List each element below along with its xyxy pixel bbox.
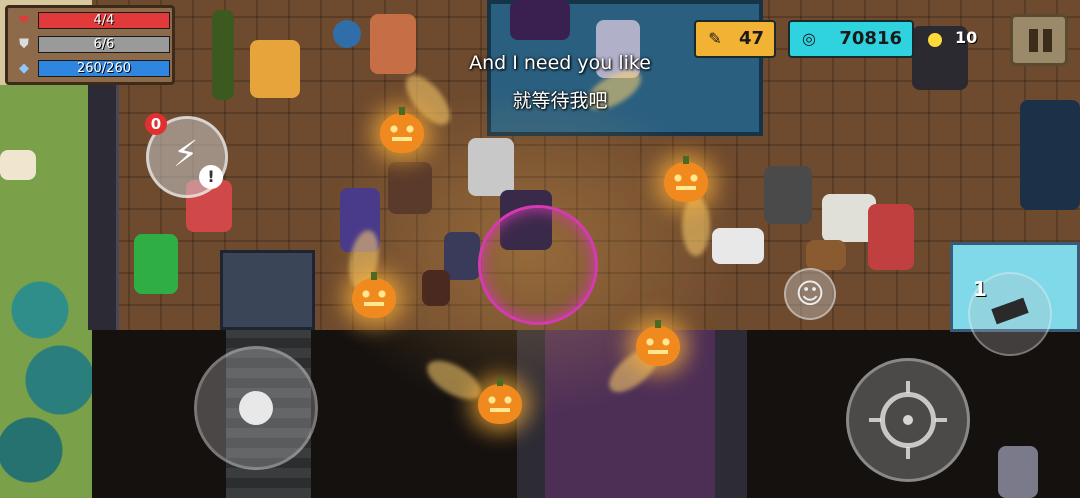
emote-button[interactable]: ☺ <box>784 268 836 320</box>
armor-row: ⛊ 6/6 <box>16 35 176 55</box>
trees <box>0 270 100 498</box>
pumpkin-projectile <box>664 156 708 202</box>
weapon-slot-number: 1 <box>973 277 987 301</box>
energy-text: 260/260 <box>76 61 131 76</box>
gem-icon: ◎ <box>802 29 816 48</box>
stats-panel: ❤ 4/4 ⛊ 6/6 ◆ 260/260 <box>5 5 175 85</box>
health-row: ❤ 4/4 <box>16 11 176 31</box>
ammo-count: 10 <box>955 28 978 47</box>
knight-npc[interactable] <box>468 138 514 196</box>
robot-npc[interactable] <box>764 166 812 224</box>
gems-badge: ◎ 70816 <box>788 20 914 58</box>
left-wall <box>88 85 119 330</box>
pumpkin-projectile <box>478 378 522 424</box>
skill-count-badge: 0 <box>145 113 167 135</box>
pause-button[interactable] <box>1010 14 1068 66</box>
pumpkin-projectile <box>380 107 424 153</box>
book-stack <box>444 232 480 280</box>
energy-bar: 260/260 <box>38 60 170 77</box>
shield-icon: ⛊ <box>19 37 29 52</box>
magic-circle <box>478 205 598 325</box>
plant <box>212 10 234 100</box>
crosshair-tick-left <box>869 418 881 422</box>
game-screen: ❤ 4/4 ⛊ 6/6 ◆ 260/260 ✎ 47 ◎ 70816 10 An… <box>0 0 1080 498</box>
pause-icon <box>1029 29 1038 52</box>
energy-row: ◆ 260/260 <box>16 59 176 79</box>
materials-value: 47 <box>738 28 764 49</box>
book <box>422 270 450 306</box>
pumpkin-projectile <box>352 272 396 318</box>
pumpkin-projectile <box>636 320 680 366</box>
sheep <box>712 228 764 264</box>
bucket <box>0 150 36 180</box>
recycle-bin[interactable] <box>134 234 178 294</box>
barrel <box>333 20 361 48</box>
crosshair-tick-right <box>935 418 947 422</box>
joystick-icon[interactable] <box>239 391 273 425</box>
coffin <box>388 162 432 214</box>
statue <box>998 446 1038 498</box>
heart-icon: ❤ <box>18 13 30 28</box>
gems-value: 70816 <box>839 28 902 49</box>
lion-npc[interactable] <box>250 40 300 98</box>
right-wall <box>715 330 747 498</box>
health-bar: 4/4 <box>38 12 170 29</box>
diamond-icon: ◆ <box>19 61 29 76</box>
crosshair-tick-top <box>906 381 910 393</box>
pause-icon-bar <box>1043 29 1052 52</box>
food-item <box>806 240 846 270</box>
ammo-icon <box>928 33 942 47</box>
subtitle-line-2: 就等待我吧 <box>512 90 608 112</box>
feather-icon: ✎ <box>708 29 722 48</box>
armor-text: 6/6 <box>93 37 115 52</box>
subtitle-line-1: And I need you like <box>469 52 651 74</box>
lightning-icon: ⚡ <box>173 134 199 175</box>
demon-npc[interactable] <box>510 0 570 40</box>
armor-bar: 6/6 <box>38 36 170 53</box>
warning-icon: ! <box>199 165 223 189</box>
smiley-icon: ☺ <box>795 277 825 310</box>
attack-button[interactable] <box>846 358 970 482</box>
crosshair-tick-bottom <box>906 447 910 459</box>
arcade-machine <box>1020 100 1080 210</box>
crosshair-dot <box>903 415 913 425</box>
health-text: 4/4 <box>93 13 115 28</box>
pumpkin-trail <box>682 196 710 256</box>
tribal-npc[interactable] <box>868 204 914 270</box>
